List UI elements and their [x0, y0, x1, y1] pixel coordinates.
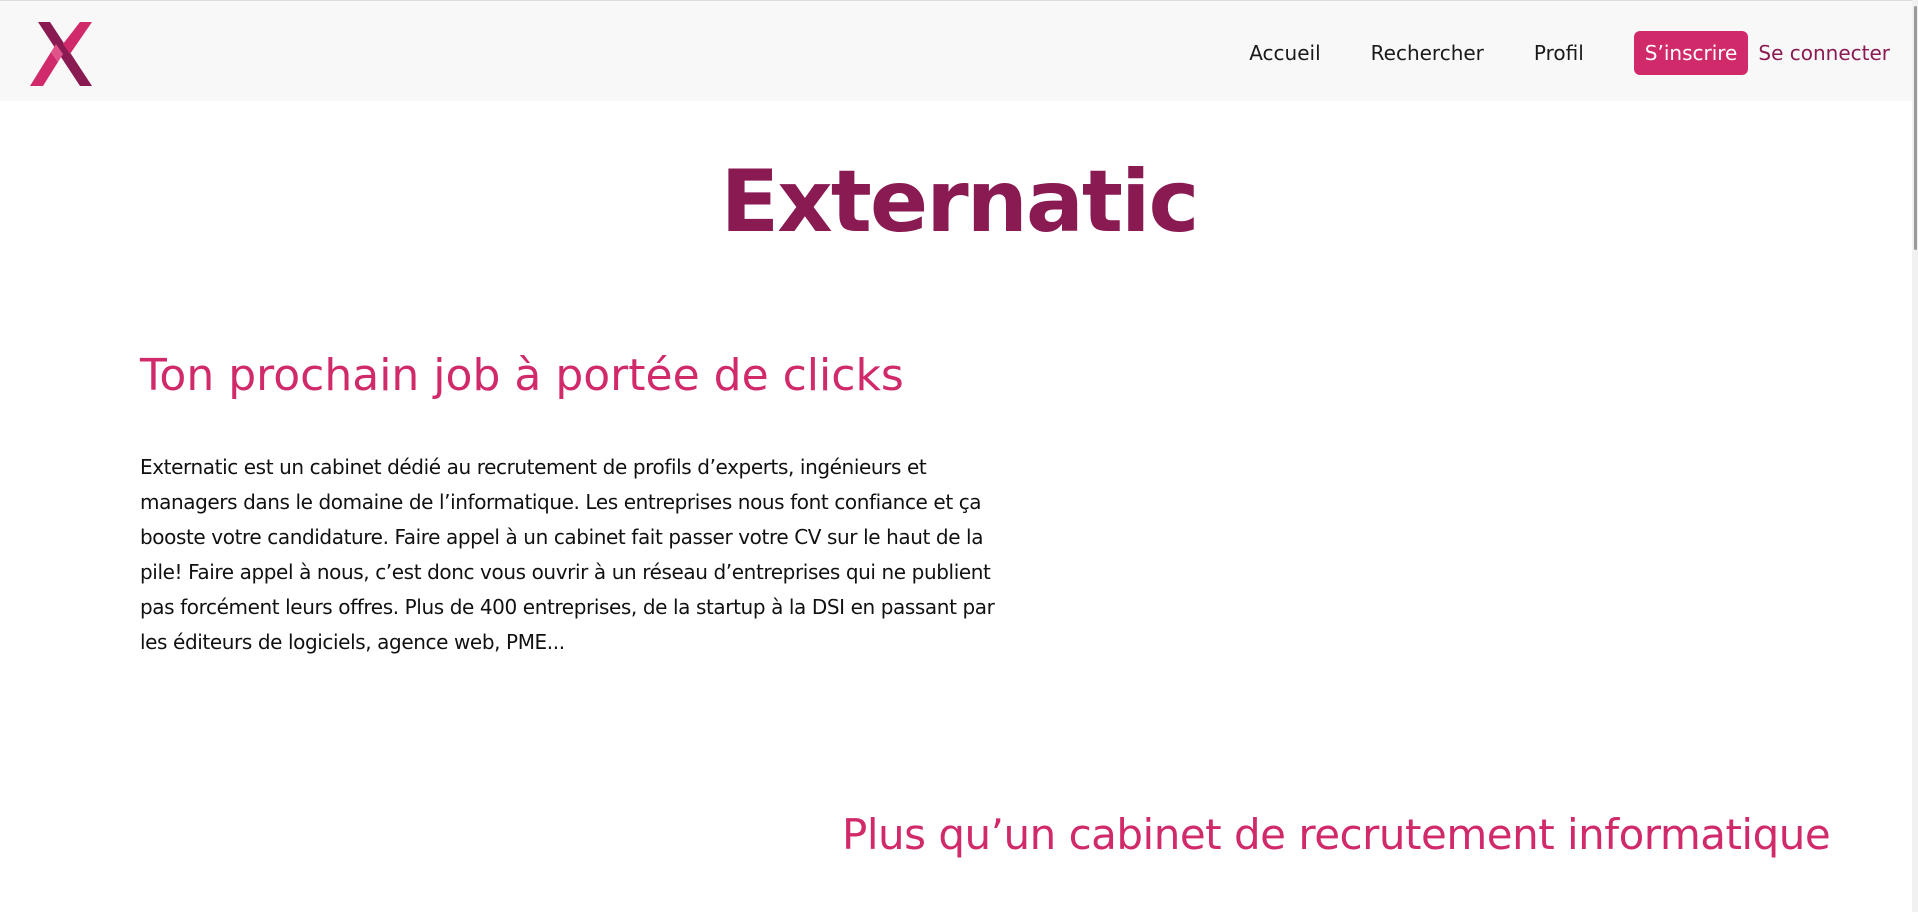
- page-title: Externatic: [720, 152, 1200, 252]
- top-navbar: Accueil Rechercher Profil S’inscrire Se …: [0, 0, 1918, 101]
- externatic-logo-icon[interactable]: [30, 22, 92, 86]
- page: Accueil Rechercher Profil S’inscrire Se …: [0, 0, 1918, 912]
- intro-paragraph: Externatic est un cabinet dédié au recru…: [140, 455, 995, 654]
- second-section-heading: Plus qu’un cabinet de recrutement inform…: [842, 810, 1831, 859]
- page-scrollbar[interactable]: [1912, 0, 1918, 912]
- main-nav: Accueil Rechercher Profil S’inscrire Se …: [1249, 31, 1890, 75]
- scrollbar-thumb[interactable]: [1914, 6, 1917, 250]
- signup-button[interactable]: S’inscrire: [1633, 31, 1749, 75]
- login-link[interactable]: Se connecter: [1758, 41, 1890, 65]
- nav-search-link[interactable]: Rechercher: [1371, 41, 1484, 65]
- nav-profile-link[interactable]: Profil: [1534, 41, 1584, 65]
- hero-heading: Ton prochain job à portée de clicks: [140, 350, 904, 401]
- nav-home-link[interactable]: Accueil: [1249, 41, 1320, 65]
